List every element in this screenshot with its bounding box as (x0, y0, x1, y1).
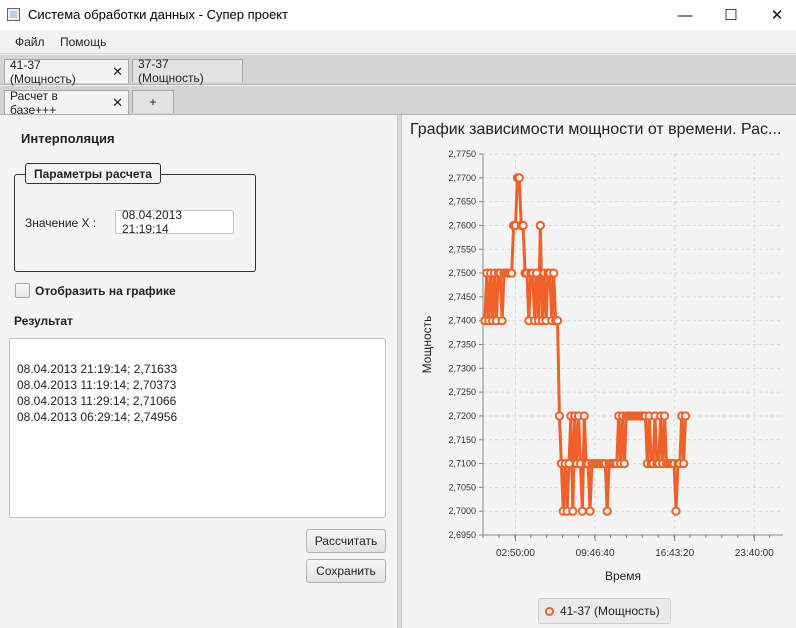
tab-label: 41-37 (Мощность) (10, 57, 76, 86)
result-line: 08.04.2013 06:29:14; 2,74956 (17, 410, 178, 424)
x-axis-label: Время (605, 569, 641, 583)
y-tick-label: 2,7000 (448, 506, 476, 516)
data-point (554, 411, 565, 421)
result-textarea[interactable]: 08.04.2013 21:19:14; 2,71633 08.04.2013 … (9, 338, 386, 518)
maximize-button[interactable]: ☐ (708, 0, 754, 30)
data-point (552, 316, 563, 326)
y-tick-label: 2,7550 (448, 244, 476, 254)
x-tick-label: 23:40:00 (735, 548, 774, 559)
data-point (518, 220, 528, 231)
data-point (497, 316, 507, 326)
calculate-button[interactable]: Рассчитать (306, 529, 386, 553)
x-tick-label: 02:50:00 (496, 548, 535, 559)
menu-file[interactable]: Файл (15, 35, 45, 49)
data-point (549, 268, 559, 278)
calc-panel: Интерполяция Параметры расчета Значение … (0, 115, 397, 628)
data-point (585, 506, 595, 516)
tab-calc-db[interactable]: Расчет в базе+++ ✕ (4, 88, 129, 117)
tab-label: Расчет в базе+++ (10, 88, 58, 117)
file-tab-bar: 41-37 (Мощность) ✕ 37-37 (Мощность) (0, 55, 796, 86)
x-tick-label: 09:46:40 (576, 548, 615, 559)
legend-series-label: 41-37 (Мощность) (560, 604, 660, 618)
y-tick-label: 2,7400 (448, 316, 476, 326)
data-point (568, 506, 578, 516)
y-tick-label: 2,7200 (448, 411, 476, 421)
y-tick-label: 2,7450 (448, 292, 476, 302)
y-tick-label: 2,7300 (448, 363, 476, 373)
close-icon[interactable]: ✕ (112, 64, 123, 80)
x-value-label: Значение X : (25, 216, 97, 230)
app-icon (7, 8, 20, 21)
data-point (679, 458, 689, 469)
data-point (579, 411, 589, 421)
close-button[interactable]: ✕ (754, 0, 796, 30)
show-on-chart-label[interactable]: Отобразить на графике (35, 284, 176, 298)
tab-label: 37-37 (Мощность) (138, 57, 204, 85)
result-line: 08.04.2013 11:19:14; 2,70373 (17, 378, 177, 392)
close-icon[interactable]: ✕ (112, 95, 123, 111)
save-button[interactable]: Сохранить (306, 559, 386, 583)
window-title: Система обработки данных - Супер проект (28, 7, 289, 22)
data-point (671, 506, 681, 516)
menu-help[interactable]: Помощь (60, 35, 106, 49)
menu-bar: Файл Помощь (0, 30, 796, 54)
y-tick-label: 2,7050 (448, 482, 476, 492)
data-point (531, 268, 542, 278)
y-tick-label: 2,7600 (448, 220, 476, 230)
y-tick-label: 2,7350 (448, 340, 476, 350)
x-value-field[interactable]: 08.04.2013 21:19:14 (115, 208, 234, 236)
y-axis-label: Мощность (420, 316, 434, 374)
plus-icon: + (149, 95, 157, 109)
y-tick-label: 2,7750 (448, 149, 476, 159)
data-point (535, 220, 545, 231)
chart-panel: График зависимости мощности от времени. … (402, 115, 796, 628)
show-on-chart-checkbox[interactable] (15, 283, 30, 298)
x-tick-label: 16:43:20 (655, 548, 694, 559)
data-point (514, 173, 524, 183)
result-line: 08.04.2013 11:29:14; 2,71066 (17, 394, 177, 408)
data-point (577, 506, 587, 516)
series-marker-icon (545, 606, 554, 616)
add-tab-button[interactable]: + (132, 90, 174, 113)
section-heading: Интерполяция (21, 131, 115, 146)
tab-37-37[interactable]: 37-37 (Мощность) (132, 57, 243, 85)
result-label: Результат (14, 314, 73, 328)
data-point (507, 268, 517, 278)
calc-tab-bar: Расчет в базе+++ ✕ + (0, 86, 796, 117)
data-point (619, 458, 630, 469)
data-point (680, 411, 691, 421)
params-group-title: Параметры расчета (25, 163, 161, 184)
y-tick-label: 2,7500 (448, 268, 476, 278)
data-point (564, 458, 574, 469)
y-tick-label: 2,7650 (448, 197, 476, 207)
data-point (602, 506, 612, 516)
chart-legend: 41-37 (Мощность) (538, 598, 671, 624)
minimize-button[interactable]: — (662, 0, 708, 30)
title-bar: Система обработки данных - Супер проект … (0, 0, 796, 30)
y-tick-label: 2,6950 (448, 530, 476, 540)
y-tick-label: 2,7100 (448, 459, 476, 469)
y-tick-label: 2,7700 (448, 173, 476, 183)
data-point (659, 411, 670, 421)
power-time-chart: 2,6950 2,7000 2,7050 2,7100 2,7150 2,7200 2,72… (420, 149, 783, 583)
y-tick-label: 2,7150 (448, 435, 476, 445)
y-tick-label: 2,7250 (448, 387, 476, 397)
result-line: 08.04.2013 21:19:14; 2,71633 (17, 362, 178, 376)
tab-41-37[interactable]: 41-37 (Мощность) ✕ (4, 57, 129, 86)
